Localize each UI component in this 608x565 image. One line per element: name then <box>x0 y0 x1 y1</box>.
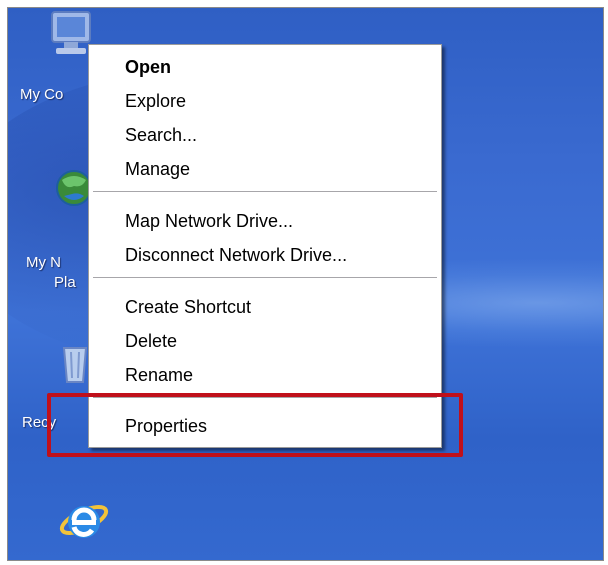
menu-item-explore[interactable]: Explore <box>125 87 186 115</box>
menu-item-disconnect-network-drive[interactable]: Disconnect Network Drive... <box>125 241 347 269</box>
menu-item-delete[interactable]: Delete <box>125 327 177 355</box>
menu-item-open[interactable]: Open <box>125 53 171 81</box>
menu-item-map-network-drive[interactable]: Map Network Drive... <box>125 207 293 235</box>
menu-item-search[interactable]: Search... <box>125 121 197 149</box>
menu-item-rename[interactable]: Rename <box>125 361 193 389</box>
desktop-label-my-network-places-1[interactable]: My N <box>26 254 61 271</box>
menu-separator <box>93 191 437 193</box>
properties-highlight-box <box>47 393 463 457</box>
menu-item-create-shortcut[interactable]: Create Shortcut <box>125 293 251 321</box>
internet-explorer-icon[interactable] <box>58 494 110 544</box>
desktop-screenshot: My Co My N Pla Recy Open Explore Search.… <box>7 7 604 561</box>
menu-item-manage[interactable]: Manage <box>125 155 190 183</box>
context-menu: Open Explore Search... Manage Map Networ… <box>88 44 442 448</box>
menu-separator <box>93 277 437 279</box>
desktop-label-my-network-places-2[interactable]: Pla <box>54 274 76 291</box>
desktop-label-my-computer[interactable]: My Co <box>20 86 63 103</box>
recycle-bin-icon[interactable] <box>60 344 90 384</box>
